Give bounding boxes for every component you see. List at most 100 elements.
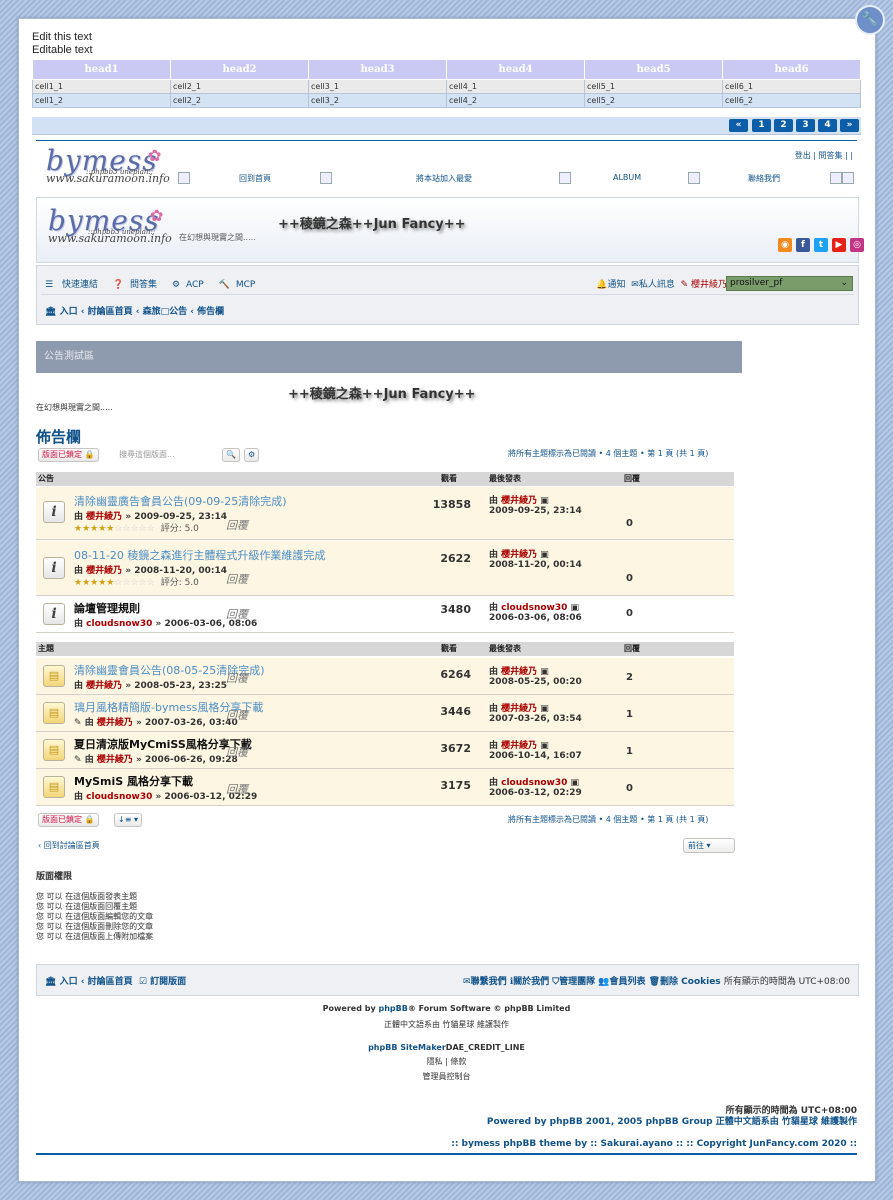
table-header[interactable]: head2 — [170, 59, 309, 80]
footer-delete-cookies-link[interactable]: 🗑刪除 Cookies — [649, 977, 721, 987]
topic-rating: ★★★★★☆☆☆☆☆ 評分: 5.0 — [74, 578, 199, 588]
topic-replies: 1 — [626, 709, 633, 720]
privacy-terms-link[interactable]: 隱私 | 條款 — [36, 1056, 857, 1067]
list-item[interactable]: ▤ MySmiS 風格分享下載 由 cloudsnow30 » 2006-03-… — [36, 769, 734, 806]
topic-replies: 1 — [626, 746, 633, 757]
editable-text-2[interactable]: Editable text — [32, 44, 93, 56]
footer-contact-link[interactable]: ✉聯繫我們 — [463, 977, 507, 987]
crumb-category[interactable]: 森旅□公告 — [143, 307, 188, 317]
mark-read-link[interactable]: 將所有主題標示為已閱讀 • 4 個主題 • 第 1 頁 (共 1 頁) — [508, 448, 708, 459]
footer-about-link[interactable]: ℹ關於我們 — [510, 977, 549, 987]
pager-next-button[interactable]: » — [840, 119, 859, 132]
back-to-index-link[interactable]: ‹ 回到討論區首頁 — [38, 840, 100, 851]
mark-read-link[interactable]: 將所有主題標示為已閱讀 • 4 個主題 • 第 1 頁 (共 1 頁) — [508, 814, 708, 825]
facebook-icon[interactable]: f — [796, 238, 810, 252]
list-item[interactable]: i 清除幽靈廣告會員公告(09-09-25清除完成) 由 櫻井綾乃 » 2009… — [36, 487, 734, 540]
announcements-header: 公告 觀看 最後發表 回覆 — [36, 472, 734, 486]
crumb-forum[interactable]: 佈告欄 — [197, 307, 224, 317]
nav-home-link[interactable]: 回到首頁 — [239, 173, 271, 184]
twitter-icon[interactable]: t — [814, 238, 828, 252]
flower-icon: ✿ — [150, 206, 164, 225]
acp-footer-link[interactable]: 管理員控制台 — [36, 1071, 857, 1082]
search-button[interactable]: 🔍 — [222, 448, 240, 462]
pager-page-1[interactable]: 1 — [752, 119, 771, 132]
lock-icon: 🔒 — [84, 815, 95, 824]
divider — [36, 140, 857, 141]
forum-locked-button[interactable]: 版面已鎖定 🔒 — [38, 448, 99, 462]
goto-post-icon: ▣ — [540, 496, 549, 506]
topic-title[interactable]: MySmiS 風格分享下載 — [74, 773, 193, 789]
list-item[interactable]: ▤ 璃月風格精簡版-bymess風格分享下載 ✎ 由 櫻井綾乃 » 2007-0… — [36, 695, 734, 732]
crumb-portal[interactable]: 入口 — [60, 307, 78, 317]
notifications-link[interactable]: 🔔通知 — [596, 280, 625, 290]
forum-locked-button[interactable]: 版面已鎖定 🔒 — [38, 813, 99, 827]
footer-portal-link[interactable]: 入口 — [60, 977, 78, 987]
pager-page-3[interactable]: 3 — [796, 119, 815, 132]
table-cell: cell5_2 — [584, 93, 723, 108]
forum-search-input[interactable]: 搜尋這個版面... — [115, 448, 221, 461]
nav-contact-link[interactable]: 聯絡我們 — [748, 173, 780, 184]
broken-image-icon — [320, 172, 332, 184]
table-cell: cell1_2 — [32, 93, 171, 108]
quick-links-menu[interactable]: ☰ 快速連結 — [45, 280, 104, 290]
pager-page-2[interactable]: 2 — [774, 119, 793, 132]
flower-icon: ✿ — [148, 146, 162, 165]
sort-button[interactable]: ↓≡ ▾ — [114, 813, 142, 827]
footer-index-link[interactable]: 討論區首頁 — [88, 977, 133, 987]
mcp-link[interactable]: 🔨 MCP — [219, 280, 262, 290]
rss-icon[interactable]: ◉ — [778, 238, 792, 252]
table-cell: cell4_2 — [446, 93, 585, 108]
wrench-icon[interactable]: 🔧 — [855, 5, 885, 35]
pager-page-4[interactable]: 4 — [818, 119, 837, 132]
table-header[interactable]: head4 — [446, 59, 585, 80]
ghost-label: 回覆 — [226, 573, 248, 586]
inbox-icon: ✉ — [631, 280, 639, 290]
list-item[interactable]: ▤ 夏日清涼版MyCmiSS風格分享下載 ✎ 由 櫻井綾乃 » 2006-06-… — [36, 732, 734, 769]
instagram-icon[interactable]: ◎ — [850, 238, 864, 252]
pager-prev-button[interactable]: « — [729, 119, 748, 132]
topic-views: 3446 — [440, 705, 471, 718]
divider — [41, 294, 854, 295]
nav-album-link[interactable]: ALBUM — [613, 173, 641, 182]
top-links[interactable]: 登出 | 問答集 | | — [795, 150, 853, 161]
topic-author: ✎ 由 櫻井綾乃 » 2007-03-26, 03:40 — [74, 718, 238, 728]
table-cell: cell2_2 — [170, 93, 309, 108]
footer-subscribe-link[interactable]: ☑ 訂閱版面 — [139, 977, 186, 987]
table-header[interactable]: head5 — [584, 59, 723, 80]
forum-permissions: 版面權限 您 可以 在這個版面發表主題 您 可以 在這個版面回覆主題 您 可以 … — [36, 872, 154, 941]
pm-link[interactable]: ✉私人訊息 — [631, 280, 675, 290]
forum-title[interactable]: 佈告欄 — [36, 426, 81, 447]
youtube-icon[interactable]: ▶ — [832, 238, 846, 252]
editable-text-1[interactable]: Edit this text — [32, 31, 92, 43]
table-cell: cell1_1 — [32, 79, 171, 94]
list-item[interactable]: ▤ 清除幽靈會員公告(08-05-25清除完成) 由 櫻井綾乃 » 2008-0… — [36, 658, 734, 695]
bell-icon: 🔔 — [596, 280, 608, 290]
topic-views: 3480 — [440, 603, 471, 616]
banner-subtitle: 在幻想與現實之間..... — [179, 233, 256, 242]
faq-link[interactable]: ❓ 問答集 — [113, 280, 163, 290]
jump-to-select[interactable]: 前往 ▾ — [683, 838, 735, 853]
table-header[interactable]: head1 — [32, 59, 171, 80]
acp-link[interactable]: ⚙ ACP — [172, 280, 210, 290]
topic-read-icon: ▤ — [43, 665, 65, 687]
style-select[interactable]: prosilver_pf ⌄ — [726, 276, 853, 291]
announcement-title: ++稜鏡之森++Jun Fancy++ — [288, 387, 476, 402]
topic-replies: 0 — [626, 608, 633, 619]
crumb-index[interactable]: 討論區首頁 — [88, 307, 133, 317]
topic-title[interactable]: 清除幽靈廣告會員公告(09-09-25清除完成) — [74, 493, 287, 509]
list-item[interactable]: i 論壇管理規則 由 cloudsnow30 » 2006-03-06, 08:… — [36, 596, 734, 633]
footer-team-link[interactable]: ⛉管理團隊 — [552, 977, 595, 987]
banner-logo[interactable]: bymess ✿ ::phpbb3 uneplan:: www.sakuramo… — [48, 206, 172, 245]
list-item[interactable]: i 08-11-20 稜鏡之森進行主體程式升級作業維護完成 由 櫻井綾乃 » 2… — [36, 541, 734, 596]
powered-by-2: Powered by phpBB 2001, 2005 phpBB Group … — [486, 1117, 857, 1127]
advanced-search-button[interactable]: ⚙ — [244, 448, 260, 462]
forum-navbar: ☰ 快速連結 ❓問答集 ⚙ACP 🔨MCP 🔔通知 ✉私人訊息 ✎ 櫻井綾乃 ▾… — [36, 265, 859, 325]
nav-favorite-link[interactable]: 將本站加入最愛 — [416, 173, 472, 184]
topic-views: 3175 — [440, 779, 471, 792]
footer-members-link[interactable]: 👥會員列表 — [598, 977, 645, 987]
table-header[interactable]: head3 — [308, 59, 447, 80]
topic-title[interactable]: 論壇管理規則 — [74, 600, 140, 616]
table-header[interactable]: head6 — [722, 59, 861, 80]
topic-title[interactable]: 08-11-20 稜鏡之森進行主體程式升級作業維護完成 — [74, 547, 325, 563]
topic-author: 由 櫻井綾乃 » 2008-05-23, 23:25 — [74, 681, 228, 691]
